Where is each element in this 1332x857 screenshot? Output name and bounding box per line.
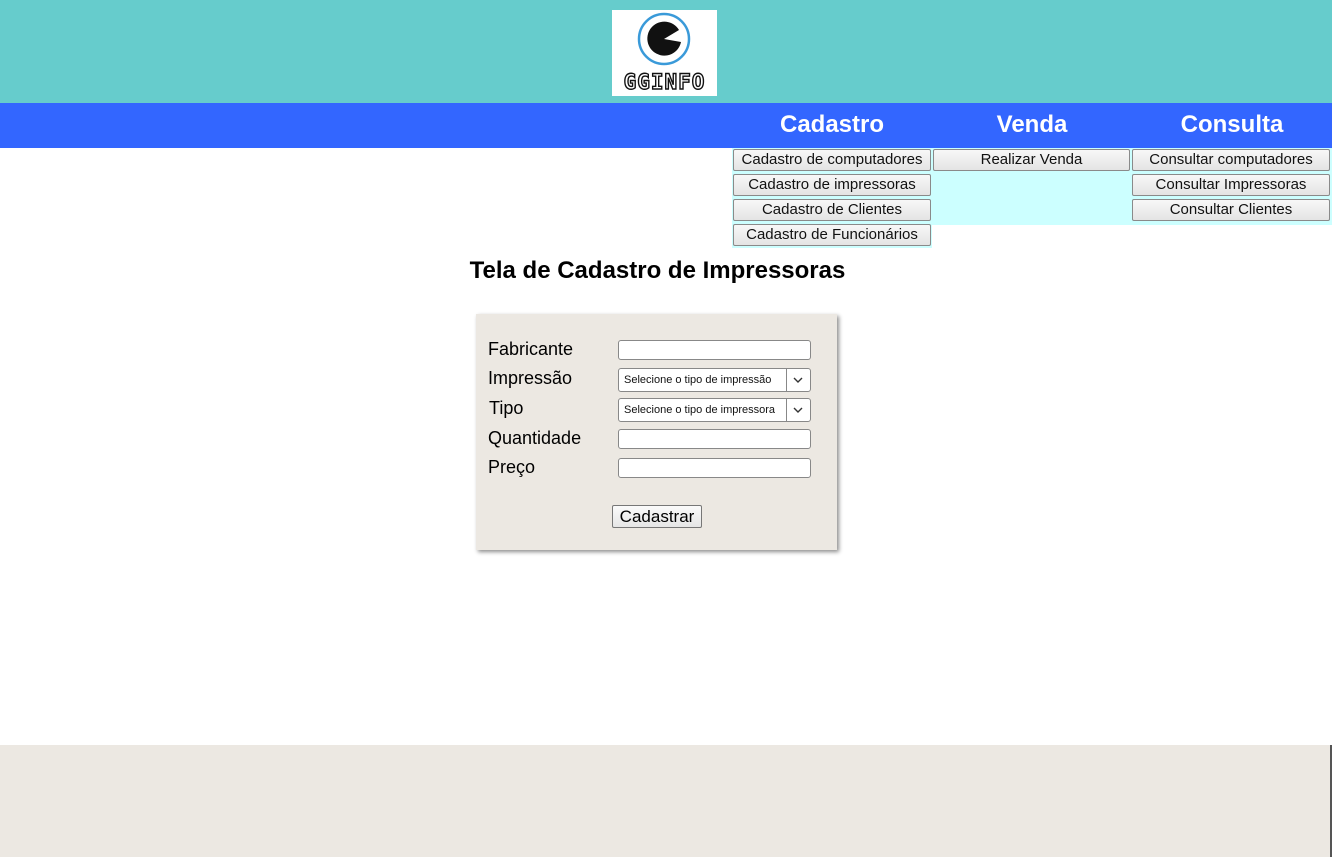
menu-cadastro-computadores[interactable]: Cadastro de computadores [733, 149, 931, 171]
tipo-select[interactable]: Selecione o tipo de impressora [618, 398, 811, 422]
fabricante-label: Fabricante [488, 339, 574, 359]
cadastrar-button[interactable]: Cadastrar [612, 505, 702, 528]
chevron-down-icon [786, 399, 810, 421]
preco-label: Preço [488, 457, 536, 477]
main-navbar: Cadastro Venda Consulta [0, 103, 1332, 148]
impressao-select[interactable]: Selecione o tipo de impressão [618, 368, 811, 392]
menu-consultar-clientes[interactable]: Consultar Clientes [1132, 199, 1330, 221]
page-footer [0, 745, 1332, 857]
menu-cadastro-clientes[interactable]: Cadastro de Clientes [733, 199, 931, 221]
printer-registration-form: Fabricante Impressão Selecione o tipo de… [476, 314, 837, 550]
menu-consultar-impressoras[interactable]: Consultar Impressoras [1132, 174, 1330, 196]
menu-consultar-computadores[interactable]: Consultar computadores [1132, 149, 1330, 171]
logo-text: GGINFO [623, 69, 706, 94]
nav-consulta[interactable]: Consulta [1132, 103, 1332, 148]
site-logo[interactable]: GGINFO [612, 10, 717, 96]
nav-cadastro[interactable]: Cadastro [732, 103, 932, 148]
fabricante-input[interactable] [618, 340, 811, 360]
quantidade-label: Quantidade [488, 428, 582, 448]
tipo-label: Tipo [489, 398, 524, 418]
menu-cadastro-impressoras[interactable]: Cadastro de impressoras [733, 174, 931, 196]
nav-venda[interactable]: Venda [932, 103, 1132, 148]
tipo-selected-value: Selecione o tipo de impressora [624, 404, 776, 416]
site-header: GGINFO [0, 0, 1332, 103]
menu-cadastro-funcionarios[interactable]: Cadastro de Funcionários [733, 224, 931, 246]
pacman-g-logo-icon [637, 12, 691, 66]
impressao-label: Impressão [488, 368, 573, 388]
menu-realizar-venda[interactable]: Realizar Venda [933, 149, 1130, 171]
quantidade-input[interactable] [618, 429, 811, 449]
preco-input[interactable] [618, 458, 811, 478]
impressao-selected-value: Selecione o tipo de impressão [624, 374, 772, 386]
page-title: Tela de Cadastro de Impressoras [469, 257, 846, 284]
chevron-down-icon [786, 369, 810, 391]
